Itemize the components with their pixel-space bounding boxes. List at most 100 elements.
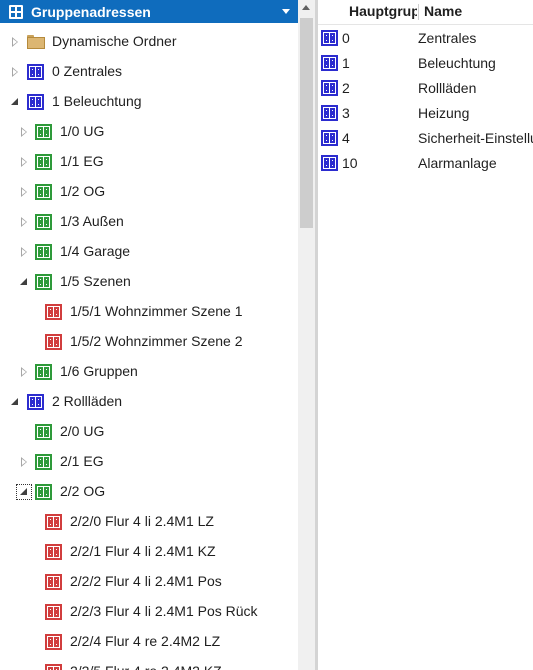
tree-item[interactable]: 2/2/5 Flur 4 re 2.4M2 KZ (0, 657, 298, 670)
group-address-icon (45, 574, 62, 590)
tree-item[interactable]: 1/5 Szenen (0, 267, 298, 297)
panel-title: Gruppenadressen (31, 3, 151, 20)
tree-item[interactable]: 2/0 UG (0, 417, 298, 447)
tree-item[interactable]: 2 Rollläden (0, 387, 298, 417)
list-item-name: Zentrales (418, 30, 477, 46)
tree-item[interactable]: 1/0 UG (0, 117, 298, 147)
tree-item-label: 2 Rollläden (52, 393, 123, 409)
tree-item[interactable]: 2/2/4 Flur 4 re 2.4M2 LZ (0, 627, 298, 657)
list-item-number: 1 (342, 55, 350, 71)
tree-item[interactable]: 2/2/2 Flur 4 li 2.4M1 Pos (0, 567, 298, 597)
list-item[interactable]: 4 Sicherheit-Einstellungen (318, 126, 533, 151)
expand-arrow-icon[interactable] (10, 37, 20, 47)
tree-item[interactable]: 2/2/0 Flur 4 li 2.4M1 LZ (0, 507, 298, 537)
main-group-icon (321, 130, 338, 146)
middle-group-icon (35, 184, 52, 200)
folder-icon (27, 34, 45, 50)
list-item-number: 0 (342, 30, 350, 46)
middle-group-icon (35, 124, 52, 140)
column-header-hauptgruppe[interactable]: Hauptgruppe (349, 3, 417, 19)
collapse-arrow-icon[interactable] (19, 277, 29, 287)
list-item-name: Alarmanlage (418, 155, 497, 171)
group-address-tree-panel: Gruppenadressen Dynamische Ordner 0 Zentr… (0, 0, 298, 670)
expand-arrow-icon[interactable] (19, 157, 29, 167)
expand-arrow-icon[interactable] (19, 457, 29, 467)
list-item[interactable]: 0 Zentrales (318, 26, 533, 51)
list-item[interactable]: 10 Alarmanlage (318, 151, 533, 176)
group-address-icon (45, 604, 62, 620)
tree-item-label: 2/2/4 Flur 4 re 2.4M2 LZ (70, 633, 221, 649)
group-list-panel: Hauptgruppe Name 0 Zentrales 1 Beleuchtung 2… (318, 0, 533, 670)
tree-item-label: 2/0 UG (60, 423, 105, 439)
tree-item-label: 1/1 EG (60, 153, 104, 169)
group-address-icon (45, 334, 62, 350)
tree-item-label: 1 Beleuchtung (52, 93, 142, 109)
tree-item[interactable]: 1/3 Außen (0, 207, 298, 237)
main-group-icon (321, 55, 338, 71)
tree-item[interactable]: 1/5/2 Wohnzimmer Szene 2 (0, 327, 298, 357)
tree-item-label: 2/2/3 Flur 4 li 2.4M1 Pos Rück (70, 603, 258, 619)
tree-item-label: 2/1 EG (60, 453, 104, 469)
column-separator[interactable] (418, 4, 419, 20)
tree-item-label: 2/2/5 Flur 4 re 2.4M2 KZ (70, 663, 222, 670)
panel-header[interactable]: Gruppenadressen (0, 0, 298, 23)
scroll-up-arrow-icon[interactable] (302, 5, 310, 10)
group-address-icon (45, 634, 62, 650)
tree-item-label: 1/5 Szenen (60, 273, 131, 289)
middle-group-icon (35, 364, 52, 380)
collapse-arrow-icon[interactable] (16, 484, 32, 500)
tree-item[interactable]: 1/6 Gruppen (0, 357, 298, 387)
scrollbar-thumb[interactable] (300, 18, 313, 228)
middle-group-icon (35, 244, 52, 260)
tree-item[interactable]: 1 Beleuchtung (0, 87, 298, 117)
tree-item[interactable]: 2/2 OG (0, 477, 298, 507)
tree-item-label: 2/2/2 Flur 4 li 2.4M1 Pos (70, 573, 222, 589)
tree-view: Dynamische Ordner 0 Zentrales 1 Beleuchtun… (0, 27, 298, 670)
list-header: Hauptgruppe Name (318, 0, 533, 25)
list-item-name: Sicherheit-Einstellungen (418, 130, 533, 146)
list-item-name: Rollläden (418, 80, 477, 96)
tree-item[interactable]: 1/2 OG (0, 177, 298, 207)
list-item[interactable]: 3 Heizung (318, 101, 533, 126)
list-item[interactable]: 2 Rollläden (318, 76, 533, 101)
middle-group-icon (35, 214, 52, 230)
expand-arrow-icon[interactable] (19, 217, 29, 227)
middle-group-icon (35, 454, 52, 470)
expand-arrow-icon[interactable] (19, 127, 29, 137)
list-item-number: 3 (342, 105, 350, 121)
tree-item[interactable]: 2/1 EG (0, 447, 298, 477)
tree-item[interactable]: 2/2/1 Flur 4 li 2.4M1 KZ (0, 537, 298, 567)
middle-group-icon (35, 424, 52, 440)
tree-item-label: 2/2/1 Flur 4 li 2.4M1 KZ (70, 543, 216, 559)
tree-item-label: 1/4 Garage (60, 243, 131, 259)
tree-item[interactable]: Dynamische Ordner (0, 27, 298, 57)
expand-arrow-icon[interactable] (10, 67, 20, 77)
tree-item[interactable]: 1/1 EG (0, 147, 298, 177)
collapse-arrow-icon[interactable] (10, 97, 20, 107)
tree-item-label: 2/2/0 Flur 4 li 2.4M1 LZ (70, 513, 214, 529)
list-item-name: Heizung (418, 105, 470, 121)
list-item-number: 10 (342, 155, 358, 171)
expand-arrow-icon[interactable] (19, 187, 29, 197)
expand-arrow-icon[interactable] (19, 367, 29, 377)
column-header-name[interactable]: Name (424, 3, 533, 19)
tree-item[interactable]: 0 Zentrales (0, 57, 298, 87)
tree-item-label: 1/0 UG (60, 123, 105, 139)
group-address-icon (45, 664, 62, 670)
tree-item[interactable]: 1/4 Garage (0, 237, 298, 267)
collapse-arrow-icon[interactable] (10, 397, 20, 407)
expand-arrow-icon[interactable] (19, 247, 29, 257)
list-item[interactable]: 1 Beleuchtung (318, 51, 533, 76)
main-group-icon (27, 64, 44, 80)
tree-scrollbar[interactable] (298, 0, 315, 670)
tree-item[interactable]: 2/2/3 Flur 4 li 2.4M1 Pos Rück (0, 597, 298, 627)
tree-item-label: 1/2 OG (60, 183, 106, 199)
tree-item-label: 1/5/2 Wohnzimmer Szene 2 (70, 333, 243, 349)
tree-item-label: 0 Zentrales (52, 63, 123, 79)
group-address-icon (45, 304, 62, 320)
tree-item-label: 2/2 OG (60, 483, 106, 499)
chevron-down-icon[interactable] (282, 9, 290, 14)
tree-item[interactable]: 1/5/1 Wohnzimmer Szene 1 (0, 297, 298, 327)
main-group-icon (27, 394, 44, 410)
middle-group-icon (35, 484, 52, 500)
